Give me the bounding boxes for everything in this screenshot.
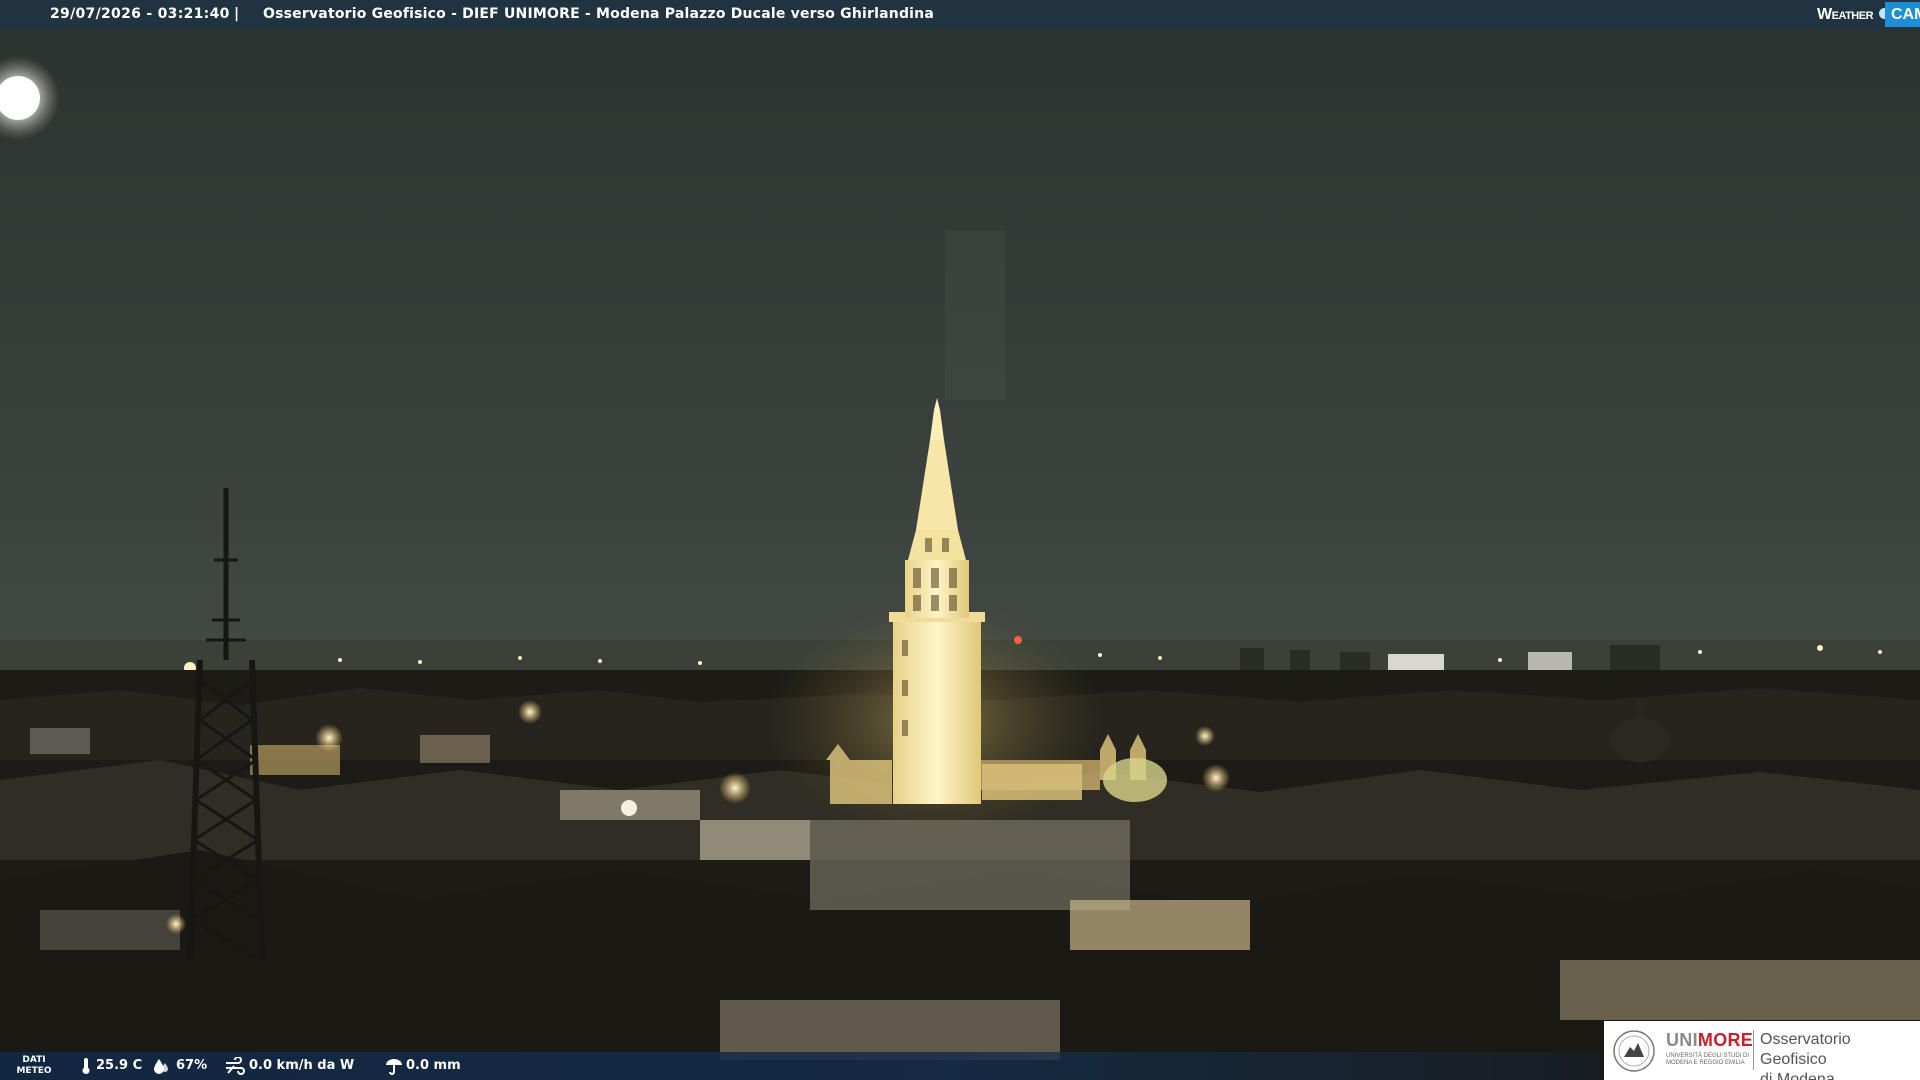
rain-value: 0.0 mm bbox=[406, 1058, 461, 1073]
caption-bar: 29/07/2026 - 03:21:40 | Osservatorio Geo… bbox=[0, 0, 1920, 29]
logo-cam-text: CAM bbox=[1885, 2, 1920, 27]
logo-weather-text: Weather bbox=[1817, 6, 1874, 23]
caption-separator: | bbox=[234, 6, 240, 22]
city-night-scene bbox=[0, 0, 1920, 1080]
weathercam-logo: Weather CAM bbox=[1817, 0, 1920, 29]
humidity-value: 67% bbox=[176, 1058, 208, 1073]
university-subtitle: UNIVERSITÀ DEGLI STUDI DI MODENA E REGGI… bbox=[1666, 1053, 1750, 1066]
wind-value: 0.0 km/h da W bbox=[249, 1058, 355, 1073]
camera-title: Osservatorio Geofisico - DIEF UNIMORE - … bbox=[263, 6, 934, 22]
unimore-wordmark: UNIMORE bbox=[1666, 1030, 1754, 1050]
timestamp: 29/07/2026 - 03:21:40 bbox=[50, 6, 230, 22]
rain-icon bbox=[386, 1059, 402, 1075]
dati-meteo-label: DATI METEO bbox=[16, 1055, 52, 1076]
thermometer-icon bbox=[82, 1058, 90, 1074]
humidity-icon bbox=[154, 1059, 168, 1074]
weather-data-bar: DATI METEO 25.9 C 67% 0.0 km/h da W 0.0 … bbox=[0, 1052, 1600, 1080]
temperature-value: 25.9 C bbox=[96, 1058, 143, 1073]
logo-divider bbox=[1753, 1030, 1754, 1070]
observatory-name: Osservatorio Geofisico di Modena bbox=[1760, 1031, 1851, 1080]
university-seal-icon bbox=[1613, 1030, 1655, 1072]
institution-logo-box: UNIMORE UNIVERSITÀ DEGLI STUDI DI MODENA… bbox=[1604, 1021, 1920, 1080]
webcam-frame: 29/07/2026 - 03:21:40 | Osservatorio Geo… bbox=[0, 0, 1920, 1080]
wind-icon bbox=[226, 1057, 245, 1075]
